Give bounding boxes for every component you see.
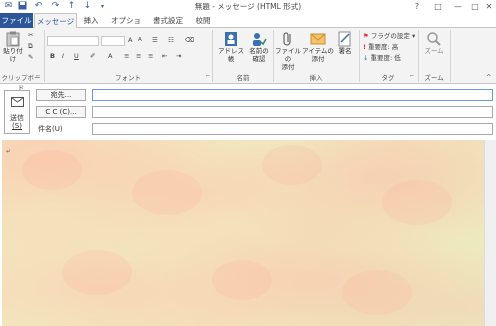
tab-insert[interactable]: 挿入 bbox=[80, 13, 102, 28]
low-importance-label: 重要度: 低 bbox=[370, 54, 401, 62]
close-button[interactable]: ✕ bbox=[480, 0, 496, 13]
paperclip-icon bbox=[283, 32, 291, 46]
format-painter-icon[interactable]: ✎ bbox=[28, 53, 33, 62]
cc-field[interactable] bbox=[92, 106, 493, 118]
attach-file-label-1: ファイルの bbox=[275, 47, 301, 63]
insert-group-label: 挿入 bbox=[309, 74, 323, 82]
numbering-icon[interactable]: ☷ bbox=[168, 36, 174, 45]
minimize-button[interactable]: — bbox=[449, 0, 467, 13]
indent-decrease-icon[interactable]: ⇤ bbox=[162, 52, 167, 61]
align-center-icon[interactable]: ≡ bbox=[136, 52, 141, 61]
clear-format-icon[interactable]: ⌫ bbox=[185, 36, 194, 45]
low-importance-button[interactable]: ↓ 重要度: 低 bbox=[363, 54, 401, 63]
check-names-label-2: 確認 bbox=[252, 55, 266, 63]
to-field[interactable] bbox=[92, 89, 493, 101]
underline-button[interactable]: U bbox=[74, 52, 79, 61]
font-size-combo[interactable] bbox=[101, 36, 125, 46]
zoom-label: ズーム bbox=[424, 47, 444, 55]
help-button[interactable]: ? bbox=[408, 0, 426, 13]
attach-item-button[interactable]: アイテムの 添付 bbox=[302, 31, 334, 63]
attach-item-label-2: 添付 bbox=[311, 55, 325, 63]
magnifier-icon bbox=[427, 32, 441, 46]
ribbon-display-button[interactable]: □ bbox=[429, 0, 447, 13]
exclamation-icon: ! bbox=[363, 43, 366, 51]
dialog-launcher-icon[interactable]: ⌐ bbox=[36, 72, 40, 81]
subject-label: 件名(U) bbox=[38, 125, 63, 133]
align-left-icon[interactable]: ≡ bbox=[124, 52, 129, 61]
bold-button[interactable]: B bbox=[50, 52, 55, 61]
ribbon: 貼り付け ✂ ⧉ ✎ クリップボード ⌐ A A ☰ ☷ ⌫ B I U ✐ A… bbox=[0, 28, 496, 92]
copy-icon[interactable]: ⧉ bbox=[28, 42, 33, 51]
body-scrollbar[interactable] bbox=[484, 140, 496, 326]
attach-file-label-2: 添付 bbox=[281, 63, 295, 71]
paragraph-mark: ↵ bbox=[6, 148, 12, 155]
tags-dialog-launcher-icon[interactable]: ⌐ bbox=[410, 72, 414, 81]
tab-review[interactable]: 校閲 bbox=[192, 13, 214, 28]
font-group-label: フォント bbox=[115, 74, 141, 82]
bullets-icon[interactable]: ☰ bbox=[152, 36, 158, 45]
zoom-button[interactable]: ズーム bbox=[421, 31, 447, 55]
names-group-label: 名前 bbox=[236, 74, 250, 82]
send-button[interactable]: 送信 (S) bbox=[4, 90, 30, 134]
address-book-icon bbox=[225, 32, 237, 46]
font-color-icon[interactable]: A bbox=[108, 52, 112, 61]
attach-file-button[interactable]: ファイルの 添付 bbox=[275, 31, 301, 71]
tab-file[interactable]: ファイル bbox=[0, 13, 33, 28]
down-arrow-icon: ↓ bbox=[363, 54, 369, 62]
indent-increase-icon[interactable]: ⇥ bbox=[176, 52, 181, 61]
high-importance-label: 重要度: 高 bbox=[368, 43, 399, 51]
title-bar: ✉ ↶ ↷ ↑ ↓ ▾ 無題 - メッセージ (HTML 形式) ? □ — □… bbox=[0, 0, 496, 13]
check-names-label-1: 名前の bbox=[249, 47, 269, 55]
check-names-button[interactable]: 名前の 確認 bbox=[248, 31, 270, 63]
address-book-label: アドレス帳 bbox=[218, 47, 244, 63]
tab-format[interactable]: 書式設定 bbox=[150, 13, 186, 28]
subject-field[interactable] bbox=[92, 123, 493, 135]
flag-button[interactable]: ⚑ フラグの設定 ▾ bbox=[363, 32, 415, 41]
grow-font-icon[interactable]: A bbox=[128, 36, 132, 45]
envelope-attach-icon bbox=[310, 33, 326, 45]
chevron-down-icon: ▾ bbox=[411, 32, 416, 40]
clipboard-icon bbox=[6, 31, 20, 47]
tab-options[interactable]: オプション bbox=[108, 13, 144, 40]
high-importance-button[interactable]: ! 重要度: 高 bbox=[363, 43, 398, 52]
signature-icon bbox=[338, 31, 351, 47]
highlight-icon[interactable]: ✐ bbox=[90, 52, 95, 61]
cut-icon[interactable]: ✂ bbox=[28, 31, 33, 40]
tab-message[interactable]: メッセージ bbox=[34, 13, 77, 29]
paste-label: 貼り付け bbox=[3, 47, 23, 63]
tags-group-label: タグ bbox=[381, 74, 395, 82]
flag-icon: ⚑ bbox=[363, 32, 369, 40]
send-shortcut-label: (S) bbox=[12, 122, 22, 130]
address-book-button[interactable]: アドレス帳 bbox=[216, 31, 246, 63]
paste-button[interactable]: 貼り付け bbox=[3, 31, 23, 63]
flag-label: フラグの設定 bbox=[370, 32, 410, 40]
shrink-font-icon[interactable]: A bbox=[138, 36, 142, 45]
font-name-combo[interactable] bbox=[47, 36, 99, 46]
align-right-icon[interactable]: ≡ bbox=[148, 52, 153, 61]
send-icon bbox=[11, 97, 24, 107]
signature-label: 署名 bbox=[338, 47, 352, 55]
signature-button[interactable]: 署名 bbox=[335, 31, 355, 55]
italic-button[interactable]: I bbox=[62, 52, 64, 61]
ribbon-tab-bar: ファイル メッセージ 挿入 オプション 書式設定 校閲 bbox=[0, 13, 496, 40]
check-names-icon bbox=[253, 33, 267, 46]
font-dialog-launcher-icon[interactable]: ⌐ bbox=[206, 72, 210, 81]
to-button[interactable]: 宛先... bbox=[36, 89, 86, 101]
attach-item-label-1: アイテムの bbox=[302, 47, 334, 55]
message-body[interactable]: ↵ bbox=[2, 140, 484, 326]
collapse-ribbon-icon[interactable]: ^ bbox=[486, 73, 491, 82]
cc-button[interactable]: C C (C)... bbox=[36, 106, 86, 118]
zoom-group-label: ズーム bbox=[424, 74, 444, 82]
